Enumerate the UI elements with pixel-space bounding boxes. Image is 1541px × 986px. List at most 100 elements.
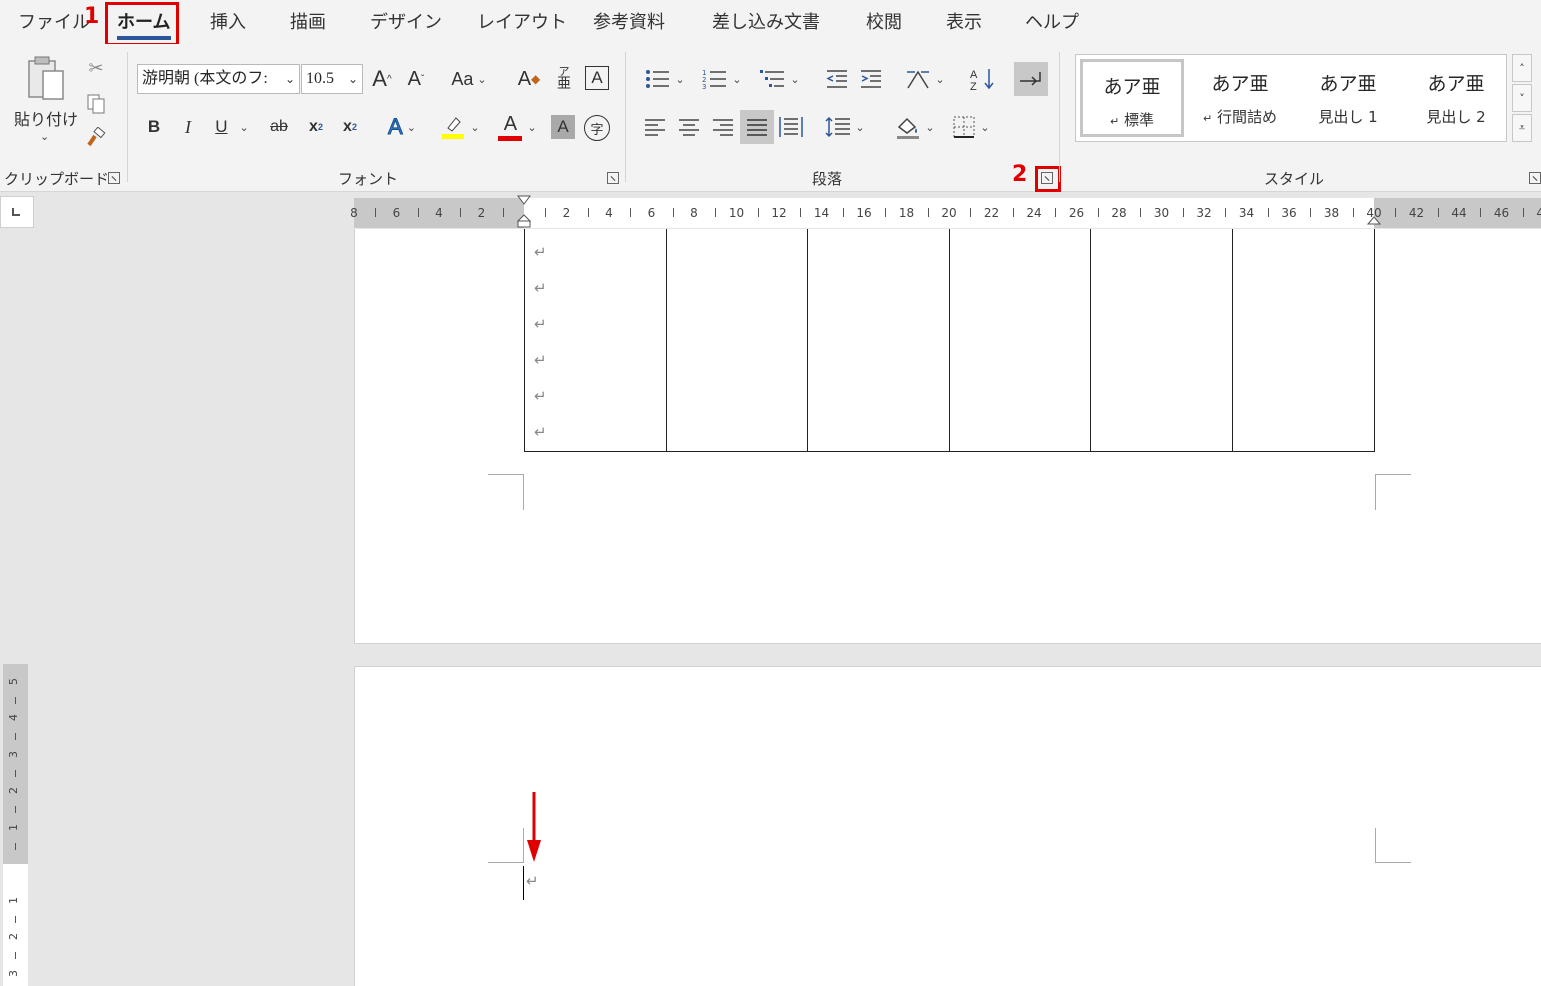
style-no-spacing[interactable]: あア亜 ↵ 行間詰め: [1188, 59, 1292, 137]
bold-button[interactable]: B: [140, 112, 168, 142]
multilevel-list-button[interactable]: ⌄: [755, 64, 805, 94]
tab-design[interactable]: デザイン: [370, 8, 442, 34]
character-shading-button[interactable]: A: [551, 115, 575, 139]
style-name: 見出し 2: [1426, 108, 1486, 126]
ruler-number: 3: [7, 969, 20, 977]
align-right-icon[interactable]: [708, 112, 738, 142]
shrink-font-button[interactable]: Aˇ: [401, 64, 431, 94]
distribute-icon[interactable]: [776, 112, 806, 142]
underline-button[interactable]: U ⌄: [208, 112, 256, 142]
tab-draw[interactable]: 描画: [290, 8, 326, 34]
show-formatting-marks-icon[interactable]: [1014, 62, 1048, 96]
character-border-icon[interactable]: A: [585, 66, 609, 90]
paragraph-mark-icon: ↵: [1109, 115, 1120, 128]
change-case-button[interactable]: Aa ⌄: [446, 64, 492, 94]
ruler-number: 3: [7, 750, 20, 758]
table-cell[interactable]: [665, 229, 809, 452]
tab-help[interactable]: ヘルプ: [1025, 8, 1079, 34]
paragraph-mark: ↵: [534, 351, 547, 369]
table-cell[interactable]: [948, 229, 1092, 452]
subscript-button[interactable]: x2: [302, 112, 330, 142]
ruler-number: 38: [1323, 206, 1340, 220]
ruler-tick: [927, 208, 929, 217]
sort-icon[interactable]: AZ: [966, 64, 1000, 94]
styles-launcher-icon[interactable]: [1529, 172, 1541, 184]
ruler-tick: [15, 696, 16, 704]
italic-button[interactable]: I: [174, 112, 202, 142]
gallery-scroll-up-icon[interactable]: ˄: [1512, 54, 1532, 82]
style-name: 行間詰め: [1216, 108, 1277, 126]
justify-icon[interactable]: [740, 110, 774, 144]
enclose-characters-button[interactable]: 字: [584, 115, 610, 141]
shading-button[interactable]: ⌄: [890, 112, 940, 142]
clipboard-group-label: クリップボード: [4, 170, 110, 188]
tab-mailings[interactable]: 差し込み文書: [712, 8, 820, 34]
paste-icon[interactable]: [20, 54, 70, 104]
ruler-tick: [587, 208, 589, 217]
increase-indent-icon[interactable]: [856, 64, 886, 94]
ruler-margin-area: [3, 664, 28, 864]
text-effects-button[interactable]: A ⌄: [378, 112, 426, 142]
font-color-icon: A: [497, 113, 523, 141]
line-spacing-button[interactable]: ⌄: [820, 112, 870, 142]
table-cell[interactable]: [1231, 229, 1375, 452]
decrease-indent-icon[interactable]: [822, 64, 852, 94]
paste-button-label[interactable]: 貼り付け: [14, 106, 78, 130]
ruler-tick: [1522, 208, 1524, 217]
ruler-number: 46: [1493, 206, 1510, 220]
ruler-number: 8: [350, 206, 358, 220]
text-direction-button[interactable]: ⌄: [900, 64, 950, 94]
font-color-button[interactable]: A ⌄: [492, 112, 542, 142]
paste-dropdown-icon[interactable]: ⌄: [40, 130, 49, 143]
multilevel-list-icon: [760, 70, 785, 87]
style-name-normal: ↵ 標準: [1083, 109, 1181, 130]
format-painter-icon[interactable]: [84, 126, 108, 150]
horizontal-ruler[interactable]: 8 6 4 2 2 4 6 8 10 12 14 16 18 20 22 24 26 28 30 32 34 36 38 40…: [350, 195, 1541, 231]
bullets-icon: [646, 70, 670, 88]
tab-insert[interactable]: 挿入: [210, 8, 246, 34]
table-cell[interactable]: [1090, 229, 1233, 452]
styles-gallery: あア亜 ↵ 標準 あア亜 ↵ 行間詰め あア亜 見出し 1 あア亜 見出し 2: [1075, 54, 1507, 142]
ruler-tick: [15, 733, 16, 741]
tab-review[interactable]: 校閲: [866, 8, 902, 34]
phonetic-guide-icon[interactable]: ア亜: [552, 62, 576, 94]
numbering-button[interactable]: 1 2 3 ⌄: [697, 64, 747, 94]
ruler-tick: [842, 208, 844, 217]
tab-view[interactable]: 表示: [946, 8, 982, 34]
chevron-down-icon: ⌄: [347, 72, 358, 86]
clipboard-launcher-icon[interactable]: [108, 172, 120, 184]
tab-selector-icon[interactable]: [0, 196, 34, 228]
font-name-combobox[interactable]: 游明朝 (本文のフ: ⌄: [137, 64, 300, 94]
clear-formatting-icon[interactable]: A ◆: [514, 64, 544, 94]
grow-font-button[interactable]: A ^: [367, 64, 397, 94]
gallery-more-icon[interactable]: ⩡: [1512, 114, 1532, 142]
tab-references[interactable]: 参考資料: [593, 8, 665, 34]
style-normal[interactable]: あア亜 ↵ 標準: [1080, 59, 1184, 137]
align-center-icon[interactable]: [674, 112, 704, 142]
ruler-tick: [1055, 208, 1057, 217]
bullets-button[interactable]: ⌄: [640, 64, 690, 94]
font-launcher-icon[interactable]: [607, 172, 619, 184]
align-left-icon[interactable]: [640, 112, 670, 142]
style-name: 標準: [1123, 111, 1154, 129]
borders-button[interactable]: ⌄: [946, 112, 996, 142]
table-cell[interactable]: [807, 229, 950, 452]
table-cell[interactable]: [524, 229, 667, 452]
tab-layout[interactable]: レイアウト: [477, 8, 567, 34]
crop-mark: [1375, 828, 1411, 863]
cut-icon[interactable]: ✂: [84, 56, 108, 80]
strikethrough-button[interactable]: ab: [264, 112, 294, 142]
gallery-scroll-down-icon[interactable]: ˅: [1512, 84, 1532, 112]
style-heading-1[interactable]: あア亜 見出し 1: [1296, 59, 1400, 137]
tab-file[interactable]: ファイル: [18, 8, 90, 34]
right-indent-marker-icon[interactable]: [1366, 212, 1382, 228]
indent-marker-icon[interactable]: [516, 195, 532, 231]
copy-icon[interactable]: [84, 92, 108, 116]
highlight-color-button[interactable]: ⌄: [435, 112, 485, 142]
superscript-button[interactable]: x2: [336, 112, 364, 142]
vertical-ruler[interactable]: 5 4 3 2 1 1 2 3: [3, 664, 28, 986]
ruler-number: 24: [1026, 206, 1042, 220]
style-heading-2[interactable]: あア亜 見出し 2: [1404, 59, 1508, 137]
document-table[interactable]: [524, 229, 1375, 452]
font-size-combobox[interactable]: 10.5 ⌄: [301, 64, 363, 94]
